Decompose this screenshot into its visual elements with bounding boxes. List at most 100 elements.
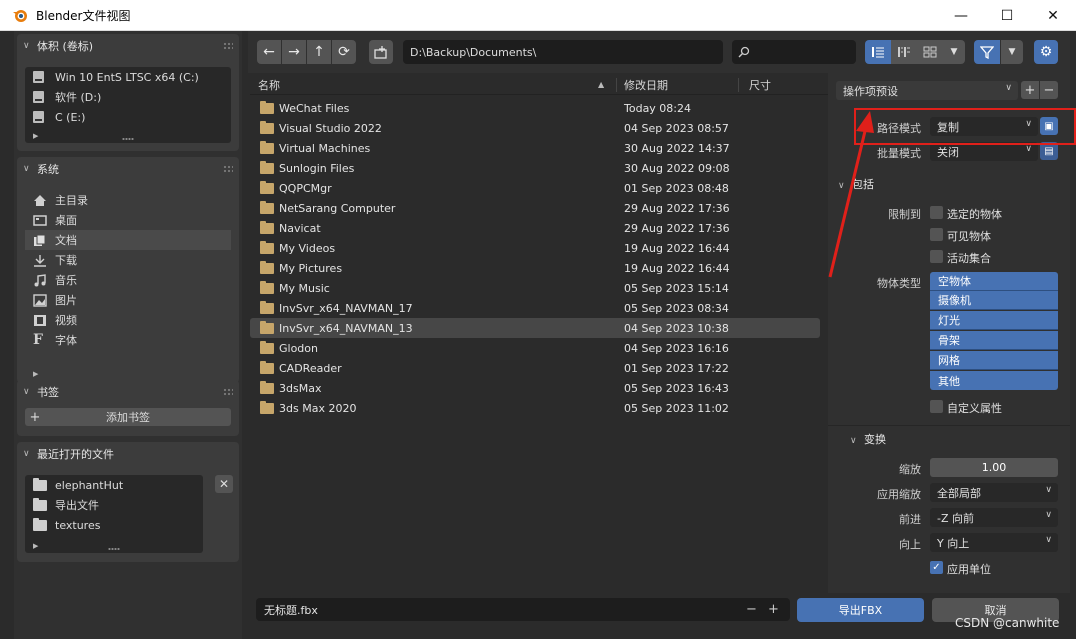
object-type-empty-toggle[interactable]: 空物体 [930, 272, 1058, 291]
column-size[interactable]: 尺寸 [749, 77, 771, 93]
sidebar-item-home[interactable]: 主目录 [25, 190, 231, 210]
filter-toggle-button[interactable] [974, 40, 1000, 64]
search-input[interactable] [732, 40, 856, 64]
maximize-button[interactable]: ☐ [984, 0, 1030, 31]
file-date: 01 Sep 2023 08:48 [624, 181, 729, 195]
add-bookmark-button[interactable]: + 添加书签 [25, 408, 231, 426]
transform-section-header[interactable]: ∨ 变换 [850, 431, 886, 447]
increment-filename-button[interactable]: + [768, 602, 779, 617]
file-row[interactable]: InvSvr_x64_NAVMAN_17 05 Sep 2023 08:34 [250, 298, 820, 318]
custom-properties-checkbox[interactable] [930, 400, 943, 413]
forward-button[interactable]: → [282, 40, 306, 64]
visible-objects-checkbox[interactable] [930, 228, 943, 241]
expand-triangle-icon[interactable]: ▶ [33, 542, 38, 550]
recent-item[interactable]: elephantHut [25, 475, 203, 495]
clear-recent-button[interactable]: ✕ [215, 475, 233, 493]
directory-path-input[interactable]: D:\Backup\Documents\ [403, 40, 723, 64]
bookmarks-panel-header[interactable]: ∨ 书签 [17, 380, 239, 404]
recent-panel-header[interactable]: ∨ 最近打开的文件 [17, 442, 239, 466]
volume-item-e[interactable]: C (E:) [25, 107, 231, 127]
apply-scaling-dropdown[interactable]: 全部局部 ∨ [930, 483, 1058, 502]
settings-button[interactable]: ⚙ [1034, 40, 1058, 64]
file-name: 3dsMax [279, 381, 322, 395]
forward-axis-dropdown[interactable]: -Z 向前 ∨ [930, 508, 1058, 527]
file-row[interactable]: CADReader 01 Sep 2023 17:22 [250, 358, 820, 378]
filename-input[interactable]: 无标题.fbx − + [256, 598, 790, 621]
arrow-right-icon: → [288, 44, 300, 60]
vertical-list-view-button[interactable] [865, 40, 891, 64]
column-name[interactable]: 名称 [258, 77, 280, 93]
back-button[interactable]: ← [257, 40, 281, 64]
apply-unit-checkbox[interactable]: ✓ [930, 561, 943, 574]
recent-item[interactable]: textures [25, 515, 203, 535]
export-fbx-button[interactable]: 导出FBX [797, 598, 924, 622]
object-type-mesh-toggle[interactable]: 网格 [930, 351, 1058, 370]
file-row[interactable]: QQPCMgr 01 Sep 2023 08:48 [250, 178, 820, 198]
selected-objects-checkbox[interactable] [930, 206, 943, 219]
file-row[interactable]: Virtual Machines 30 Aug 2022 14:37 [250, 138, 820, 158]
recent-item[interactable]: 导出文件 [25, 495, 203, 515]
sidebar-item-pictures[interactable]: 图片 [25, 290, 231, 310]
sidebar-item-downloads[interactable]: 下载 [25, 250, 231, 270]
display-settings-dropdown[interactable]: ▼ [943, 40, 965, 64]
operator-presets-dropdown[interactable]: 操作项预设 ∨ [836, 81, 1018, 100]
object-type-camera-toggle[interactable]: 摄像机 [930, 291, 1058, 310]
sidebar-item-desktop[interactable]: 桌面 [25, 210, 231, 230]
filter-dropdown[interactable]: ▼ [1001, 40, 1023, 64]
folder-icon [260, 101, 274, 114]
system-panel: ∨ 系统 主目录 桌面 文档 下载 音乐 图片 视频 F 字体 ▶ [17, 157, 239, 383]
thumbnail-view-button[interactable] [917, 40, 943, 64]
parent-directory-button[interactable]: ↑ [307, 40, 331, 64]
file-row[interactable]: My Pictures 19 Aug 2022 16:44 [250, 258, 820, 278]
grid-view-icon [923, 46, 937, 58]
minimize-button[interactable]: — [938, 0, 984, 31]
expand-triangle-icon[interactable]: ▶ [33, 132, 38, 140]
file-row[interactable]: NetSarang Computer 29 Aug 2022 17:36 [250, 198, 820, 218]
new-folder-button[interactable] [369, 40, 393, 64]
system-panel-header[interactable]: ∨ 系统 [17, 157, 239, 181]
resize-handle-icon[interactable] [122, 137, 134, 141]
horizontal-list-view-button[interactable] [891, 40, 917, 64]
new-folder-icon [374, 45, 387, 59]
file-row[interactable]: 3dsMax 05 Sep 2023 16:43 [250, 378, 820, 398]
sidebar-item-fonts[interactable]: F 字体 [25, 330, 231, 350]
refresh-button[interactable]: ⟳ [332, 40, 356, 64]
sidebar-item-documents[interactable]: 文档 [25, 230, 231, 250]
column-divider[interactable] [738, 78, 739, 92]
file-row[interactable]: 3ds Max 2020 05 Sep 2023 11:02 [250, 398, 820, 418]
file-row[interactable]: WeChat Files Today 08:24 [250, 98, 820, 118]
panel-grip-icon[interactable] [223, 388, 233, 396]
object-type-armature-toggle[interactable]: 骨架 [930, 331, 1058, 350]
scale-field[interactable]: 1.00 [930, 458, 1058, 477]
column-divider[interactable] [616, 78, 617, 92]
column-date[interactable]: 修改日期 [624, 77, 668, 93]
active-collection-checkbox[interactable] [930, 250, 943, 263]
file-row[interactable]: Glodon 04 Sep 2023 16:16 [250, 338, 820, 358]
volume-item-d[interactable]: 软件 (D:) [25, 87, 231, 107]
file-row[interactable]: Visual Studio 2022 04 Sep 2023 08:57 [250, 118, 820, 138]
file-row[interactable]: Sunlogin Files 30 Aug 2022 09:08 [250, 158, 820, 178]
file-row[interactable]: My Videos 19 Aug 2022 16:44 [250, 238, 820, 258]
object-type-light-toggle[interactable]: 灯光 [930, 311, 1058, 330]
file-date: 30 Aug 2022 14:37 [624, 141, 730, 155]
chevron-down-icon: ∨ [23, 41, 30, 51]
panel-grip-icon[interactable] [223, 42, 233, 50]
close-button[interactable]: ✕ [1030, 0, 1076, 31]
sidebar-item-videos[interactable]: 视频 [25, 310, 231, 330]
remove-preset-button[interactable]: − [1040, 81, 1058, 99]
add-preset-button[interactable]: + [1021, 81, 1039, 99]
resize-handle-icon[interactable] [108, 547, 120, 551]
volumes-panel-header[interactable]: ∨ 体积 (卷标) [17, 34, 239, 58]
file-row[interactable]: My Music 05 Sep 2023 15:14 [250, 278, 820, 298]
expand-triangle-icon[interactable]: ▶ [33, 370, 38, 378]
decrement-filename-button[interactable]: − [746, 602, 757, 617]
image-icon [33, 293, 47, 307]
panel-grip-icon[interactable] [223, 165, 233, 173]
volume-item-c[interactable]: Win 10 EntS LTSC x64 (C:) [25, 67, 231, 87]
sort-ascending-icon[interactable]: ▲ [598, 80, 604, 89]
object-type-other-toggle[interactable]: 其他 [930, 371, 1058, 390]
up-axis-dropdown[interactable]: Y 向上 ∨ [930, 533, 1058, 552]
sidebar-item-music[interactable]: 音乐 [25, 270, 231, 290]
file-row[interactable]: Navicat 29 Aug 2022 17:36 [250, 218, 820, 238]
file-row[interactable]: InvSvr_x64_NAVMAN_13 04 Sep 2023 10:38 [250, 318, 820, 338]
